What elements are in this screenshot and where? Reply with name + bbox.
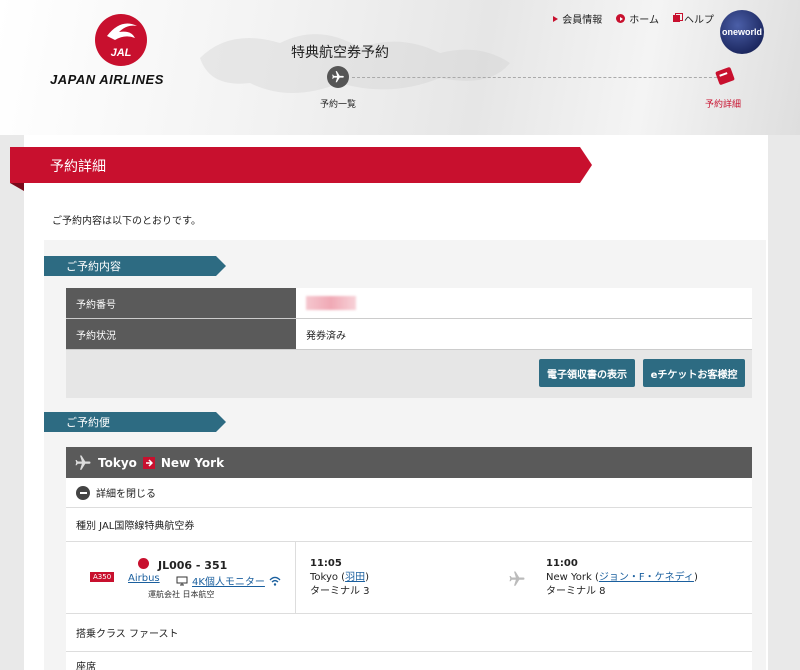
arrival-terminal: ターミナル 8	[546, 586, 606, 597]
reservation-status-label: 予約状況	[66, 319, 296, 349]
jal-small-logo-icon	[138, 558, 149, 569]
monitor-icon	[176, 576, 188, 585]
departure-terminal: ターミナル 3	[310, 586, 370, 597]
jal-logo-mark: JAL	[111, 47, 132, 59]
intro-text: ご予約内容は以下のとおりです。	[52, 216, 201, 227]
external-window-icon	[673, 13, 683, 22]
cabin-class: 搭乗クラス ファースト	[76, 629, 179, 640]
fare-type: 種別 JAL国際線特典航空券	[76, 521, 195, 532]
progress-line	[352, 77, 722, 78]
airplane-icon	[509, 571, 525, 586]
logo-wordmark: JAPAN AIRLINES	[50, 72, 164, 87]
arrow-right-icon	[142, 456, 155, 469]
wifi-icon	[269, 576, 281, 586]
reservation-number-row: 予約番号	[66, 288, 752, 319]
seat-label: 座席	[76, 662, 96, 670]
site-header: JAL JAPAN AIRLINES 会員情報 ホーム ヘルプ oneworld…	[0, 0, 800, 135]
process-title: 特典航空券予約	[291, 45, 389, 61]
flight-segment: A350 JL006 - 351 Airbus 4K個人モニター 運航会社 日本…	[66, 542, 752, 614]
step2-label: 予約詳細	[705, 100, 742, 110]
route-origin: Tokyo	[98, 455, 137, 470]
page-title: 予約詳細	[50, 159, 106, 175]
reservation-status-value: 発券済み	[296, 319, 752, 349]
departure-close-paren: )	[365, 572, 369, 583]
receipt-button[interactable]: 電子領収書の表示	[539, 359, 635, 387]
jal-crane-logo-icon: JAL	[95, 14, 147, 66]
flight-details: 詳細を閉じる 種別 JAL国際線特典航空券 A350 JL006 - 351 A…	[66, 478, 752, 670]
oneworld-logo: oneworld	[720, 10, 764, 54]
arrival-airport-link[interactable]: ジョン・F・ケネディ	[599, 572, 694, 583]
departure-time: 11:05	[310, 558, 342, 569]
circle-arrow-icon	[616, 14, 626, 23]
collapse-icon	[76, 485, 90, 500]
reservation-number-label: 予約番号	[66, 288, 296, 318]
arrival-info: 11:00 New York (ジョン・F・ケネディ) ターミナル 8	[546, 557, 698, 599]
help-link[interactable]: ヘルプ	[673, 11, 714, 26]
arrow-right-icon	[553, 15, 559, 22]
eticket-button[interactable]: eチケットお客様控	[643, 359, 745, 387]
flights-section-title: ご予約便	[44, 412, 226, 432]
step1-label: 予約一覧	[320, 100, 357, 110]
toggle-details-row[interactable]: 詳細を閉じる	[66, 478, 752, 508]
departure-location: Tokyo (羽田)	[310, 571, 370, 585]
aircraft-maker-link[interactable]: Airbus	[128, 573, 160, 584]
route-header: Tokyo New York	[66, 447, 752, 478]
jal-logo[interactable]: JAL JAPAN AIRLINES	[50, 10, 190, 90]
arrival-city: New York (	[546, 572, 599, 583]
flight-info: A350 JL006 - 351 Airbus 4K個人モニター 運航会社 日本…	[66, 542, 296, 614]
ticket-icon	[715, 67, 735, 85]
home-link[interactable]: ホーム	[616, 11, 659, 26]
departure-info: 11:05 Tokyo (羽田) ターミナル 3	[310, 557, 370, 599]
cabin-row: 搭乗クラス ファースト	[66, 614, 752, 652]
toggle-details-label: 詳細を閉じる	[96, 489, 156, 500]
monitor-info[interactable]: 4K個人モニター	[176, 573, 281, 588]
reservation-section-title: ご予約内容	[44, 256, 226, 276]
airplane-icon	[75, 455, 91, 470]
seat-row: 座席	[66, 652, 752, 670]
banner-fold	[10, 183, 24, 191]
reservation-status-row: 予約状況 発券済み	[66, 319, 752, 350]
home-label: ホーム	[629, 15, 659, 26]
flight-number: JL006 - 351	[158, 559, 228, 572]
departure-city: Tokyo (	[310, 572, 346, 583]
top-nav: 会員情報 ホーム ヘルプ	[553, 11, 714, 26]
reservation-number-value	[296, 288, 752, 318]
fare-type-row: 種別 JAL国際線特典航空券	[66, 508, 752, 542]
departure-airport-link[interactable]: 羽田	[345, 572, 365, 583]
arrival-time: 11:00	[546, 558, 578, 569]
monitor-link: 4K個人モニター	[192, 577, 265, 588]
arrival-close-paren: )	[693, 572, 698, 583]
airplane-icon	[332, 71, 344, 83]
world-map-graphic	[200, 34, 510, 93]
member-info-label: 会員情報	[562, 15, 603, 26]
member-info-link[interactable]: 会員情報	[553, 11, 602, 26]
redacted-reservation-number	[306, 296, 356, 310]
operator: 運航会社 日本航空	[148, 590, 215, 599]
route-destination: New York	[160, 455, 225, 470]
help-label: ヘルプ	[684, 15, 714, 26]
step-reservation-list[interactable]	[327, 66, 349, 88]
arrival-location: New York (ジョン・F・ケネディ)	[546, 571, 698, 585]
aircraft-badge: A350	[90, 572, 115, 582]
